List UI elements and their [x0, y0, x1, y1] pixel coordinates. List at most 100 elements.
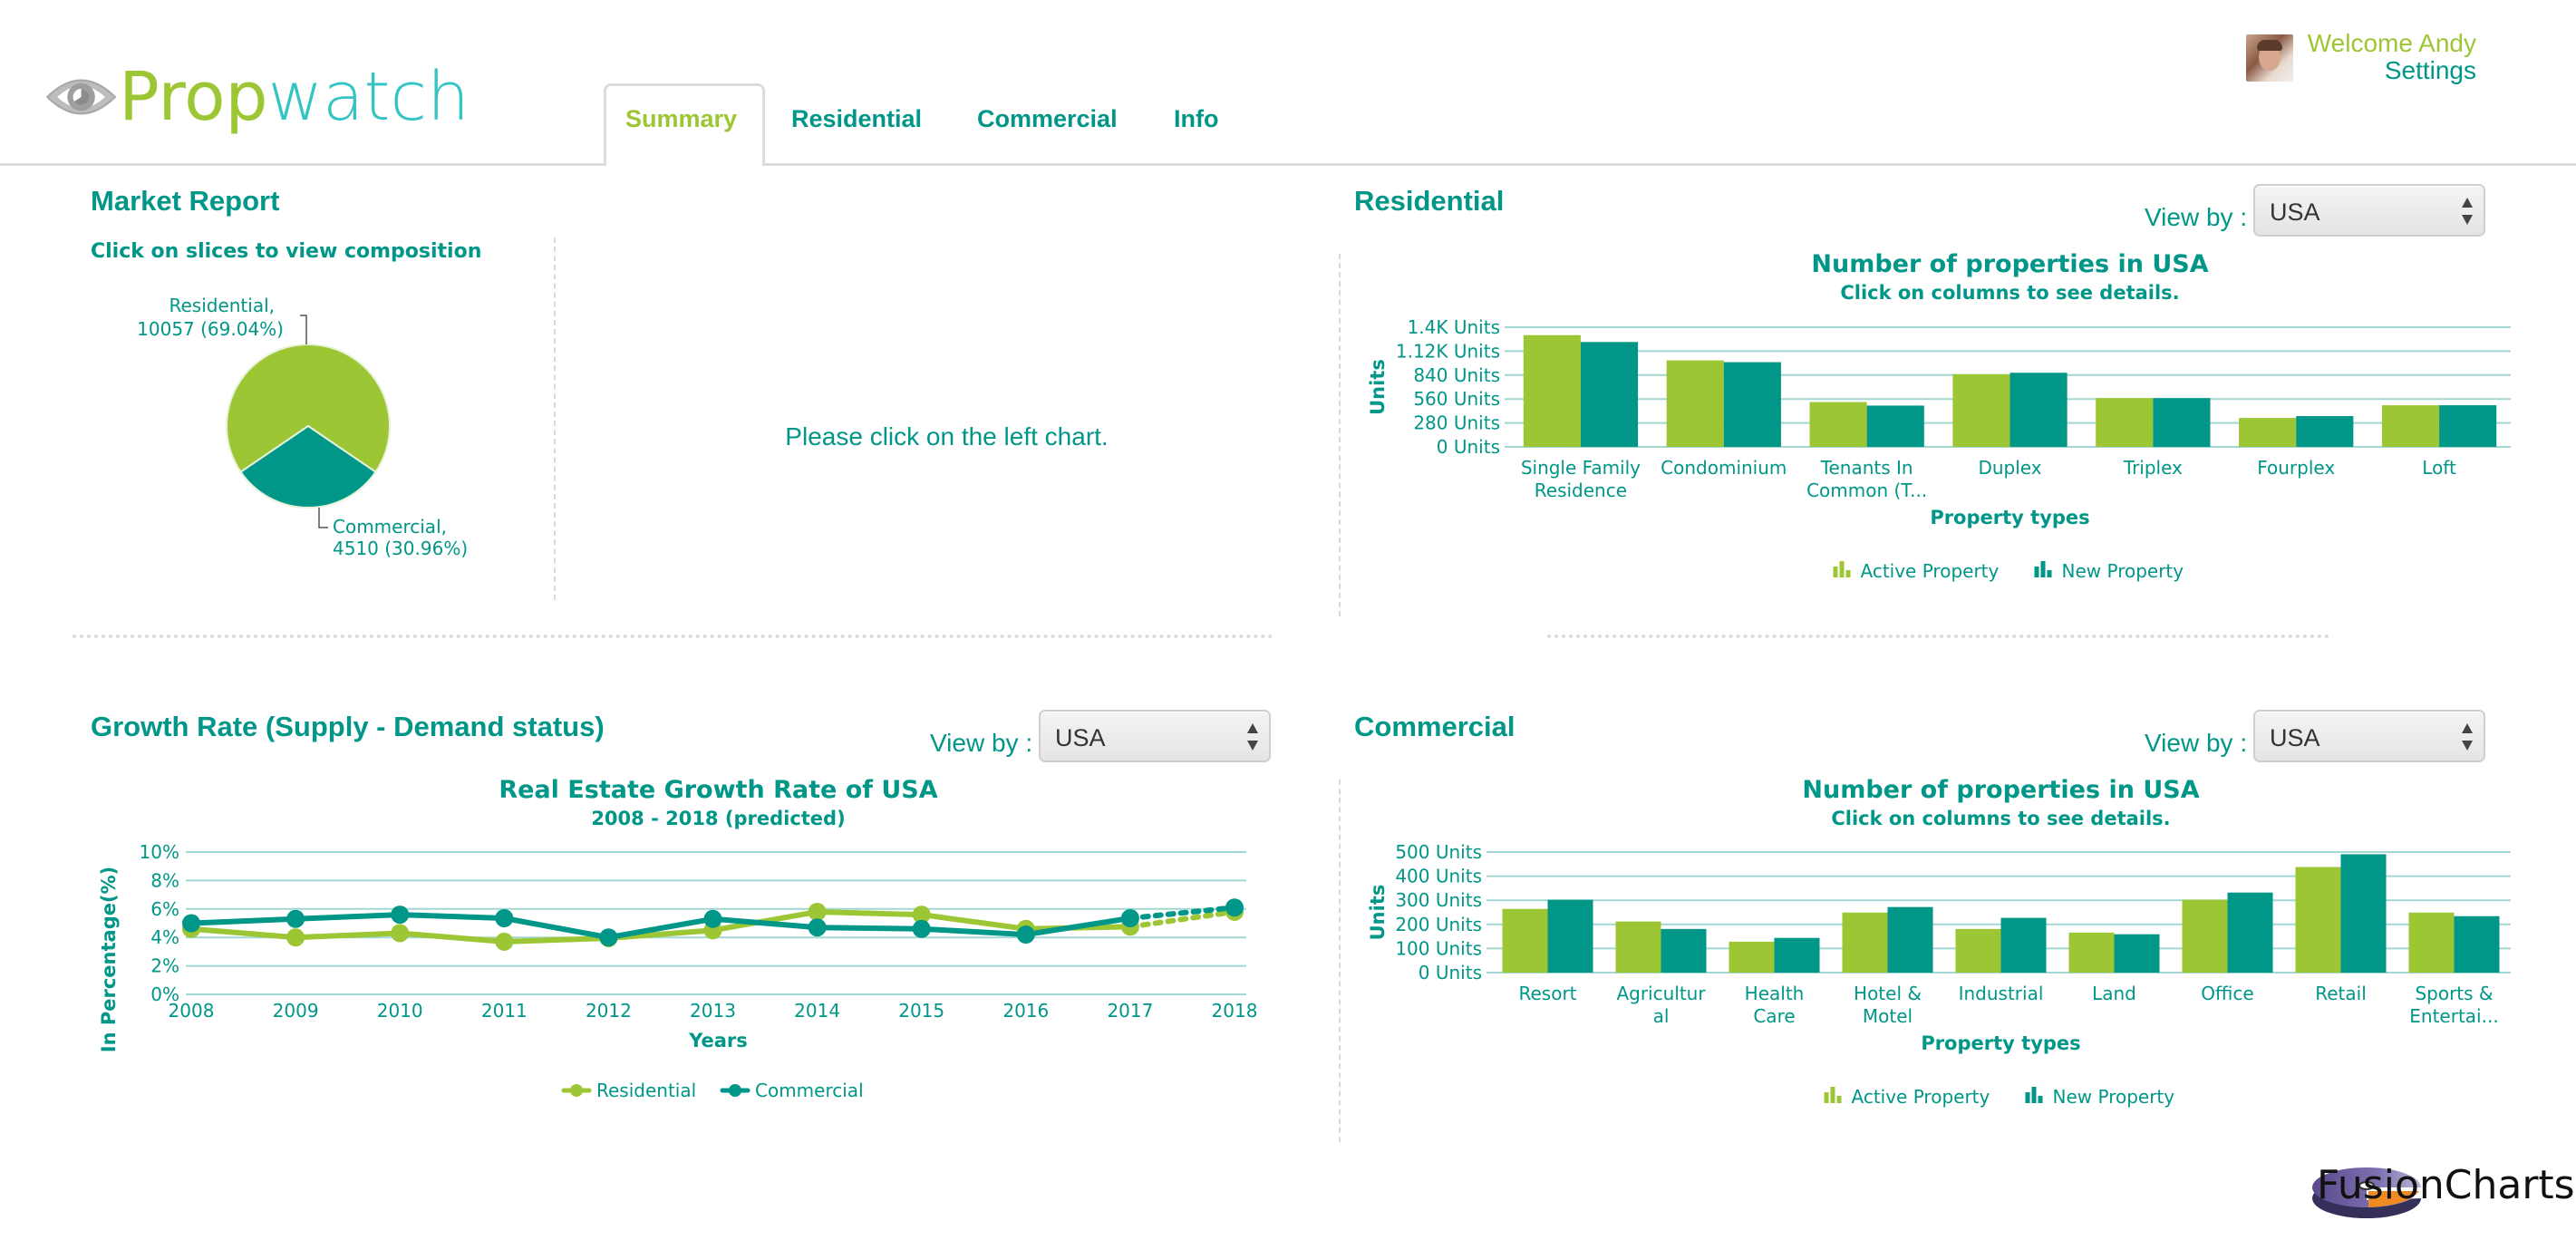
bar-active-property[interactable]	[2295, 867, 2341, 973]
legend-bar-icon	[1833, 567, 1838, 577]
x-tick-label: Industrial	[1959, 983, 2044, 1004]
x-axis-label: Property types	[1921, 1032, 2080, 1054]
growth-view-by-select[interactable]: USA	[1039, 710, 1271, 762]
bar-new-property[interactable]	[1866, 405, 1924, 447]
data-point-commercial[interactable]	[1120, 909, 1139, 928]
bar-active-property[interactable]	[1842, 912, 1888, 973]
bar-active-property[interactable]	[1952, 373, 2010, 447]
x-tick-label: Duplex	[1978, 457, 2041, 479]
legend-item-label[interactable]: New Property	[2053, 1086, 2175, 1108]
data-point-residential[interactable]	[286, 928, 305, 947]
x-tick-label: Entertai...	[2409, 1005, 2498, 1027]
bar-new-property[interactable]	[2454, 915, 2500, 973]
data-point-residential[interactable]	[495, 932, 514, 951]
data-point-commercial[interactable]	[182, 914, 200, 933]
bar-new-property[interactable]	[2000, 917, 2047, 973]
chart-title: Number of properties in USA	[1802, 776, 2199, 804]
bar-active-property[interactable]	[1666, 360, 1724, 447]
logo-text-prop: Prop	[119, 58, 268, 136]
bar-active-property[interactable]	[2408, 912, 2455, 973]
settings-link[interactable]: Settings	[2385, 56, 2476, 85]
residential-label-connector	[300, 315, 307, 344]
propwatch-logo[interactable]: Prop watch	[44, 56, 470, 138]
legend-item-label[interactable]: Residential	[596, 1080, 696, 1101]
data-point-commercial[interactable]	[391, 906, 410, 925]
y-tick-label: 2%	[150, 955, 179, 977]
y-tick-label: 1.4K Units	[1408, 316, 1500, 338]
tab-commercial[interactable]: Commercial	[977, 105, 1118, 133]
bar-new-property[interactable]	[1547, 899, 1593, 973]
eye-logo-icon	[45, 79, 117, 115]
data-point-commercial[interactable]	[912, 919, 931, 938]
data-point-commercial[interactable]	[599, 928, 618, 947]
data-point-commercial[interactable]	[286, 909, 305, 928]
bar-new-property[interactable]	[1661, 928, 1707, 973]
x-tick-label: Motel	[1863, 1005, 1913, 1027]
bar-new-property[interactable]	[2153, 398, 2211, 447]
data-point-residential[interactable]	[808, 902, 827, 921]
bar-new-property[interactable]	[1774, 937, 1820, 973]
y-tick-label: 10%	[140, 841, 179, 863]
market-pie-chart[interactable]: Residential, 10057 (69.04%) Commercial, …	[109, 281, 526, 571]
data-point-commercial[interactable]	[703, 909, 722, 928]
bar-new-property[interactable]	[1887, 906, 1933, 973]
bar-active-property[interactable]	[1955, 928, 2001, 973]
legend-bar-icon	[1830, 1087, 1835, 1103]
y-tick-label: 500 Units	[1395, 841, 1482, 863]
residential-view-by-select[interactable]: USA	[2253, 184, 2485, 237]
bar-new-property[interactable]	[2439, 405, 2497, 447]
tab-residential[interactable]: Residential	[791, 105, 922, 133]
x-tick-label: 2009	[273, 1000, 319, 1022]
legend-bar-icon	[2040, 561, 2046, 577]
bar-new-property[interactable]	[1723, 362, 1781, 447]
bar-new-property[interactable]	[2227, 892, 2273, 973]
bar-new-property[interactable]	[2009, 373, 2068, 447]
x-tick-label: Hotel &	[1854, 983, 1922, 1004]
legend-item-label[interactable]: New Property	[2062, 560, 2184, 582]
legend-item-label[interactable]: Active Property	[1852, 1086, 1990, 1108]
x-tick-label: 2013	[690, 1000, 736, 1022]
user-avatar[interactable]	[2246, 34, 2293, 82]
tab-summary[interactable]: Summary	[625, 105, 737, 133]
x-tick-label: Care	[1753, 1005, 1795, 1027]
tab-info[interactable]: Info	[1174, 105, 1218, 133]
chart-title: Number of properties in USA	[1811, 250, 2208, 278]
y-axis-label: Units	[1367, 359, 1389, 415]
bar-active-property[interactable]	[1502, 908, 1548, 973]
bar-active-property[interactable]	[2096, 398, 2154, 447]
data-point-commercial[interactable]	[808, 918, 827, 937]
select-arrows-icon	[1247, 723, 1258, 751]
x-tick-label: Agricultur	[1616, 983, 1706, 1004]
y-tick-label: 0 Units	[1419, 962, 1482, 983]
data-point-commercial[interactable]	[1225, 898, 1244, 917]
bar-active-property[interactable]	[2239, 418, 2297, 447]
y-tick-label: 300 Units	[1395, 889, 1482, 911]
data-point-commercial[interactable]	[1016, 925, 1035, 945]
data-point-residential[interactable]	[391, 924, 410, 943]
bar-new-property[interactable]	[2114, 934, 2160, 973]
legend-bar-icon	[2047, 570, 2052, 577]
bar-new-property[interactable]	[2340, 854, 2387, 973]
data-point-commercial[interactable]	[495, 909, 514, 928]
commercial-bar-chart[interactable]: Number of properties in USA Click on colu…	[1341, 770, 2576, 1124]
bar-new-property[interactable]	[1580, 342, 1639, 447]
commercial-view-by-select[interactable]: USA	[2253, 710, 2485, 762]
bar-active-property[interactable]	[1729, 941, 1775, 973]
legend-item-label[interactable]: Commercial	[755, 1080, 864, 1101]
bar-active-property[interactable]	[2381, 405, 2440, 447]
x-tick-label: 2012	[586, 1000, 632, 1022]
x-tick-label: Residence	[1535, 480, 1627, 501]
bar-active-property[interactable]	[2182, 899, 2228, 973]
bar-new-property[interactable]	[2296, 416, 2354, 447]
bar-active-property[interactable]	[1615, 921, 1661, 973]
fusioncharts-brand-text: FusionCharts	[2317, 1162, 2575, 1208]
bar-active-property[interactable]	[1809, 402, 1867, 448]
commercial-panel-title: Commercial	[1354, 711, 1516, 742]
commercial-label-connector	[318, 508, 328, 528]
bar-active-property[interactable]	[1523, 334, 1581, 447]
x-tick-label: Fourplex	[2257, 457, 2335, 479]
growth-line-chart[interactable]: Real Estate Growth Rate of USA 2008 - 201…	[73, 770, 1341, 1124]
bar-active-property[interactable]	[2068, 932, 2115, 973]
residential-bar-chart[interactable]: Number of properties in USA Click on colu…	[1341, 245, 2576, 598]
legend-item-label[interactable]: Active Property	[1861, 560, 2000, 582]
